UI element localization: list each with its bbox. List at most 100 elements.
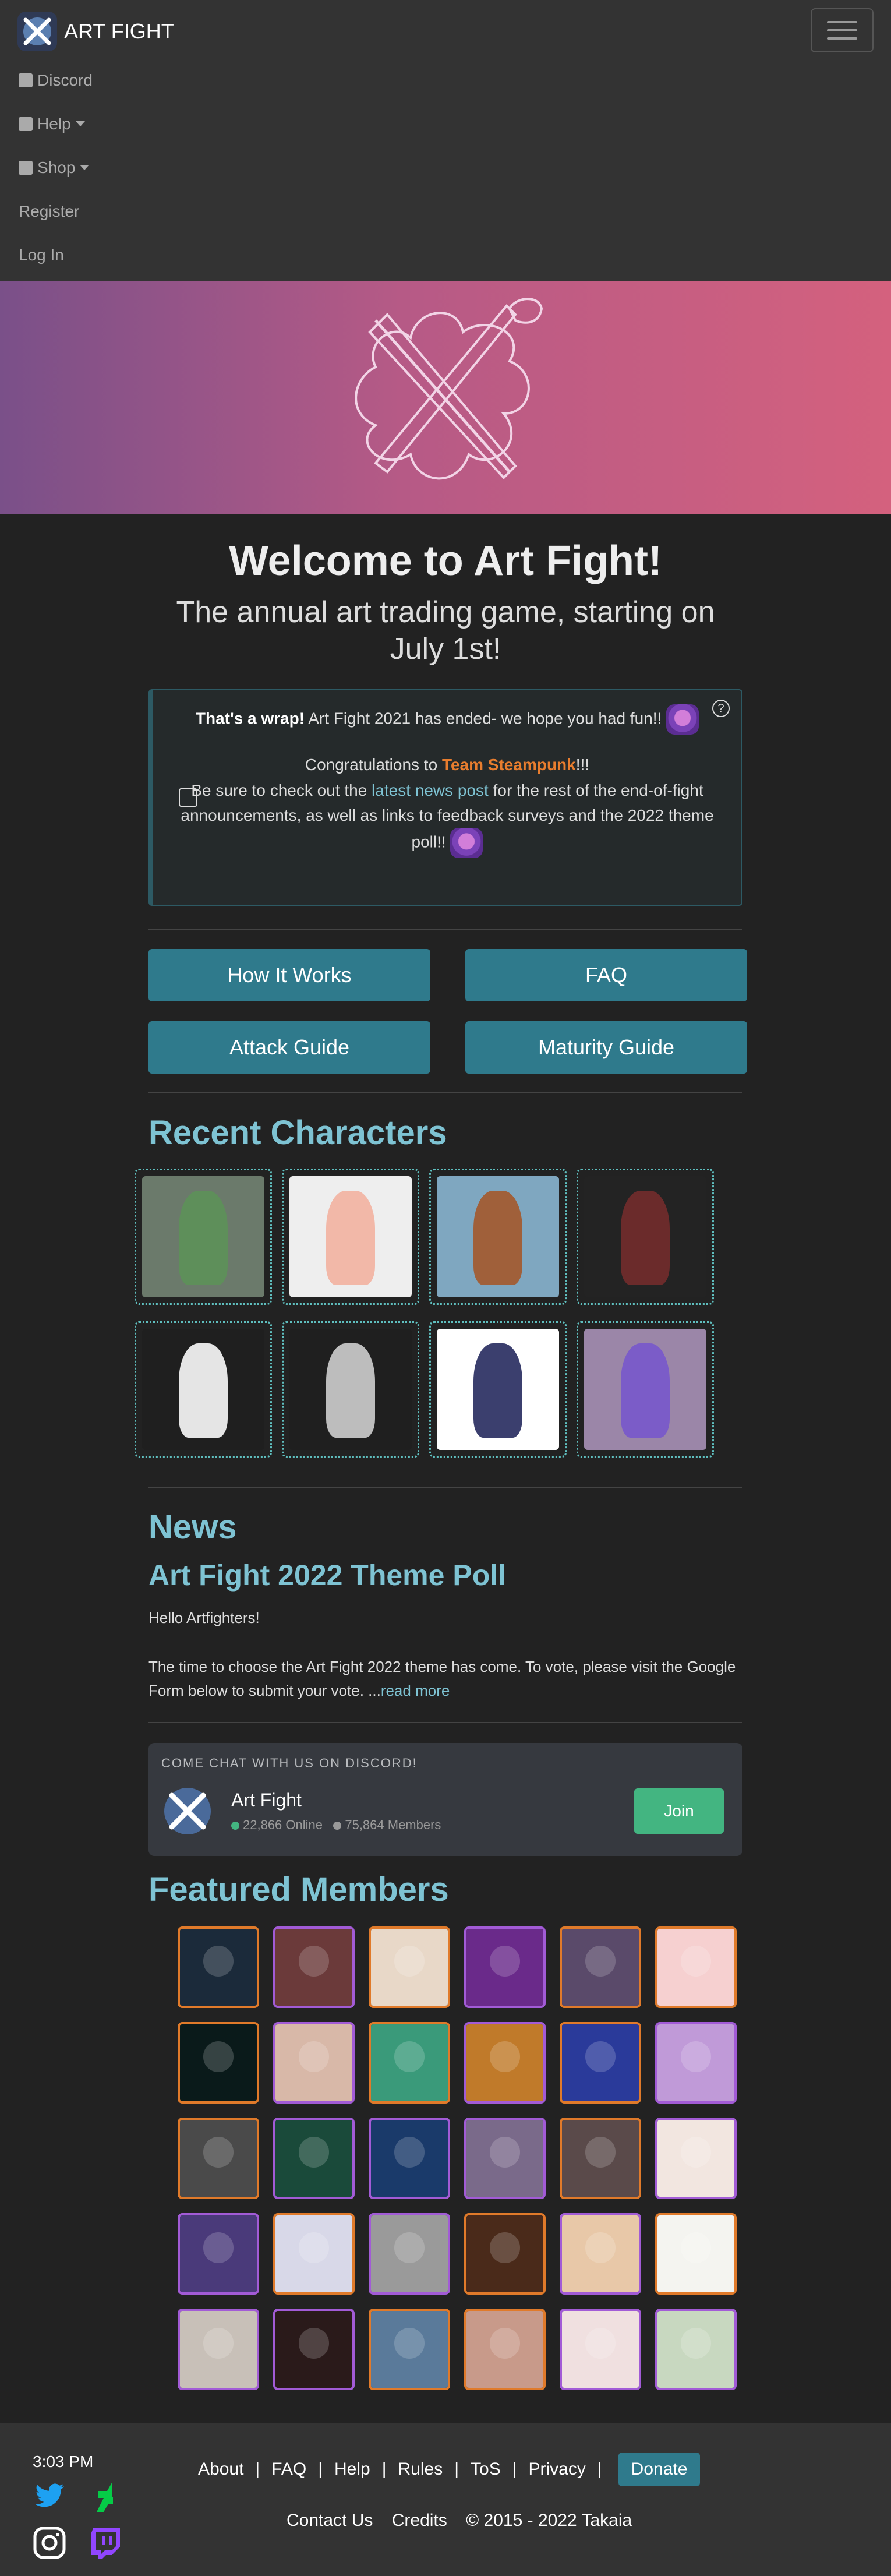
member-avatar[interactable] bbox=[655, 2308, 737, 2390]
team-name: Team Steampunk bbox=[441, 756, 576, 774]
character-card[interactable] bbox=[429, 1321, 567, 1458]
member-avatar[interactable] bbox=[273, 2212, 355, 2295]
member-avatar[interactable] bbox=[273, 2308, 355, 2390]
member-avatar[interactable] bbox=[655, 2021, 737, 2104]
brand-link[interactable]: ART FIGHT bbox=[17, 12, 174, 51]
member-avatar[interactable] bbox=[560, 2117, 641, 2199]
member-avatar[interactable] bbox=[178, 2308, 259, 2390]
divider bbox=[148, 1721, 742, 1723]
hero-banner bbox=[0, 281, 891, 514]
character-thumbnail bbox=[142, 1329, 264, 1451]
twitter-icon[interactable] bbox=[31, 2482, 66, 2513]
news-paragraph: Hello Artfighters! bbox=[148, 1609, 260, 1627]
discord-join-button[interactable]: Join bbox=[634, 1788, 724, 1834]
avatar-image bbox=[275, 1928, 352, 2006]
help-circle-icon[interactable]: ? bbox=[712, 700, 730, 718]
members-dot-icon bbox=[333, 1822, 342, 1830]
how-it-works-button[interactable]: How It Works bbox=[148, 949, 430, 1002]
discord-widget-title: COME CHAT WITH US ON DISCORD! bbox=[161, 1755, 418, 1770]
character-card[interactable] bbox=[282, 1321, 419, 1458]
footer-link-tos[interactable]: ToS bbox=[471, 2459, 501, 2479]
member-avatar[interactable] bbox=[560, 1926, 641, 2008]
avatar-image bbox=[562, 2119, 639, 2197]
faq-button[interactable]: FAQ bbox=[465, 949, 747, 1002]
avatar-image bbox=[657, 1928, 734, 2006]
member-avatar[interactable] bbox=[655, 2212, 737, 2295]
character-thumbnail bbox=[142, 1176, 264, 1298]
member-avatar[interactable] bbox=[273, 2021, 355, 2104]
character-thumbnail bbox=[437, 1329, 559, 1451]
character-thumbnail bbox=[437, 1176, 559, 1298]
member-avatar[interactable] bbox=[369, 2021, 450, 2104]
divider bbox=[148, 1487, 742, 1488]
avatar-image bbox=[275, 2215, 352, 2292]
instagram-icon[interactable] bbox=[31, 2527, 66, 2559]
character-figure bbox=[326, 1191, 375, 1286]
nav-item-register[interactable]: Register bbox=[19, 189, 93, 233]
member-avatar[interactable] bbox=[464, 2308, 546, 2390]
character-card[interactable] bbox=[135, 1169, 272, 1305]
character-card[interactable] bbox=[282, 1169, 419, 1305]
member-avatar[interactable] bbox=[464, 2212, 546, 2295]
avatar-image bbox=[275, 2310, 352, 2388]
contact-us-link[interactable]: Contact Us bbox=[287, 2511, 373, 2530]
avatar-image bbox=[562, 2215, 639, 2292]
footer-link-privacy[interactable]: Privacy bbox=[529, 2459, 586, 2479]
member-avatar[interactable] bbox=[464, 1926, 546, 2008]
nav-item-label: Help bbox=[37, 114, 71, 133]
member-avatar[interactable] bbox=[369, 2212, 450, 2295]
discord-widget: COME CHAT WITH US ON DISCORD! Art Fight … bbox=[148, 1742, 742, 1856]
character-card[interactable] bbox=[577, 1169, 714, 1305]
member-avatar[interactable] bbox=[655, 1926, 737, 2008]
avatar-image bbox=[657, 2024, 734, 2101]
member-avatar[interactable] bbox=[464, 2021, 546, 2104]
avatar-image bbox=[466, 2119, 543, 2197]
footer-link-about[interactable]: About bbox=[198, 2459, 243, 2479]
maturity-guide-button[interactable]: Maturity Guide bbox=[465, 1021, 747, 1074]
member-avatar[interactable] bbox=[560, 2021, 641, 2104]
footer-link-faq[interactable]: FAQ bbox=[271, 2459, 306, 2479]
member-avatar[interactable] bbox=[369, 1926, 450, 2008]
attack-guide-button[interactable]: Attack Guide bbox=[148, 1021, 430, 1074]
nav-item-help[interactable]: Help bbox=[19, 102, 93, 146]
navbar-toggler-button[interactable] bbox=[811, 8, 874, 52]
donate-button[interactable]: Donate bbox=[618, 2453, 701, 2486]
member-avatar[interactable] bbox=[178, 1926, 259, 2008]
nav-item-discord[interactable]: Discord bbox=[19, 58, 93, 102]
news-post-title[interactable]: Art Fight 2022 Theme Poll bbox=[148, 1558, 742, 1592]
member-avatar[interactable] bbox=[369, 2308, 450, 2390]
latest-news-link[interactable]: latest news post bbox=[372, 781, 489, 799]
credits-link[interactable]: Credits bbox=[392, 2511, 447, 2530]
twitch-icon[interactable] bbox=[87, 2527, 122, 2559]
character-card[interactable] bbox=[429, 1169, 567, 1305]
character-figure bbox=[326, 1343, 375, 1438]
character-thumbnail bbox=[584, 1329, 706, 1451]
member-avatar[interactable] bbox=[369, 2117, 450, 2199]
member-avatar[interactable] bbox=[464, 2117, 546, 2199]
avatar-image bbox=[180, 2024, 257, 2101]
read-more-link[interactable]: read more bbox=[381, 1682, 450, 1699]
member-count: 75,864 Members bbox=[345, 1817, 441, 1832]
character-card[interactable] bbox=[135, 1321, 272, 1458]
avatar-image bbox=[180, 1928, 257, 2006]
member-avatar[interactable] bbox=[178, 2117, 259, 2199]
member-avatar[interactable] bbox=[273, 2117, 355, 2199]
caret-down-icon bbox=[75, 121, 85, 126]
alert-congrats-pre: Congratulations to bbox=[305, 756, 442, 774]
avatar-image bbox=[466, 2024, 543, 2101]
member-avatar[interactable] bbox=[178, 2021, 259, 2104]
footer-link-rules[interactable]: Rules bbox=[398, 2459, 443, 2479]
nav-item-label: Shop bbox=[37, 158, 76, 177]
nav-item-shop[interactable]: Shop bbox=[19, 146, 93, 189]
nav-item-login[interactable]: Log In bbox=[19, 233, 93, 277]
member-avatar[interactable] bbox=[178, 2212, 259, 2295]
member-avatar[interactable] bbox=[655, 2117, 737, 2199]
avatar-image bbox=[562, 2310, 639, 2388]
member-avatar[interactable] bbox=[273, 1926, 355, 2008]
member-avatar[interactable] bbox=[560, 2212, 641, 2295]
character-card[interactable] bbox=[577, 1321, 714, 1458]
deviantart-icon[interactable] bbox=[87, 2482, 122, 2513]
character-thumbnail bbox=[584, 1176, 706, 1298]
member-avatar[interactable] bbox=[560, 2308, 641, 2390]
footer-link-help[interactable]: Help bbox=[334, 2459, 370, 2479]
